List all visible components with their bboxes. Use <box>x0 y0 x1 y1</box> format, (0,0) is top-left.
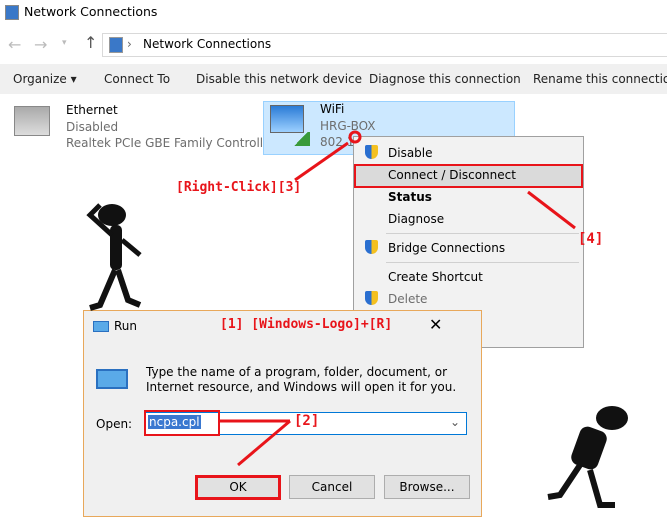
click-marker <box>348 130 362 144</box>
thinking-figure <box>86 203 142 311</box>
annotation-arrows <box>86 130 628 508</box>
arrow-step2-ok <box>237 419 291 467</box>
angry-figure <box>547 406 628 508</box>
arrow-step4 <box>527 190 576 230</box>
arrow-step3 <box>294 141 349 182</box>
